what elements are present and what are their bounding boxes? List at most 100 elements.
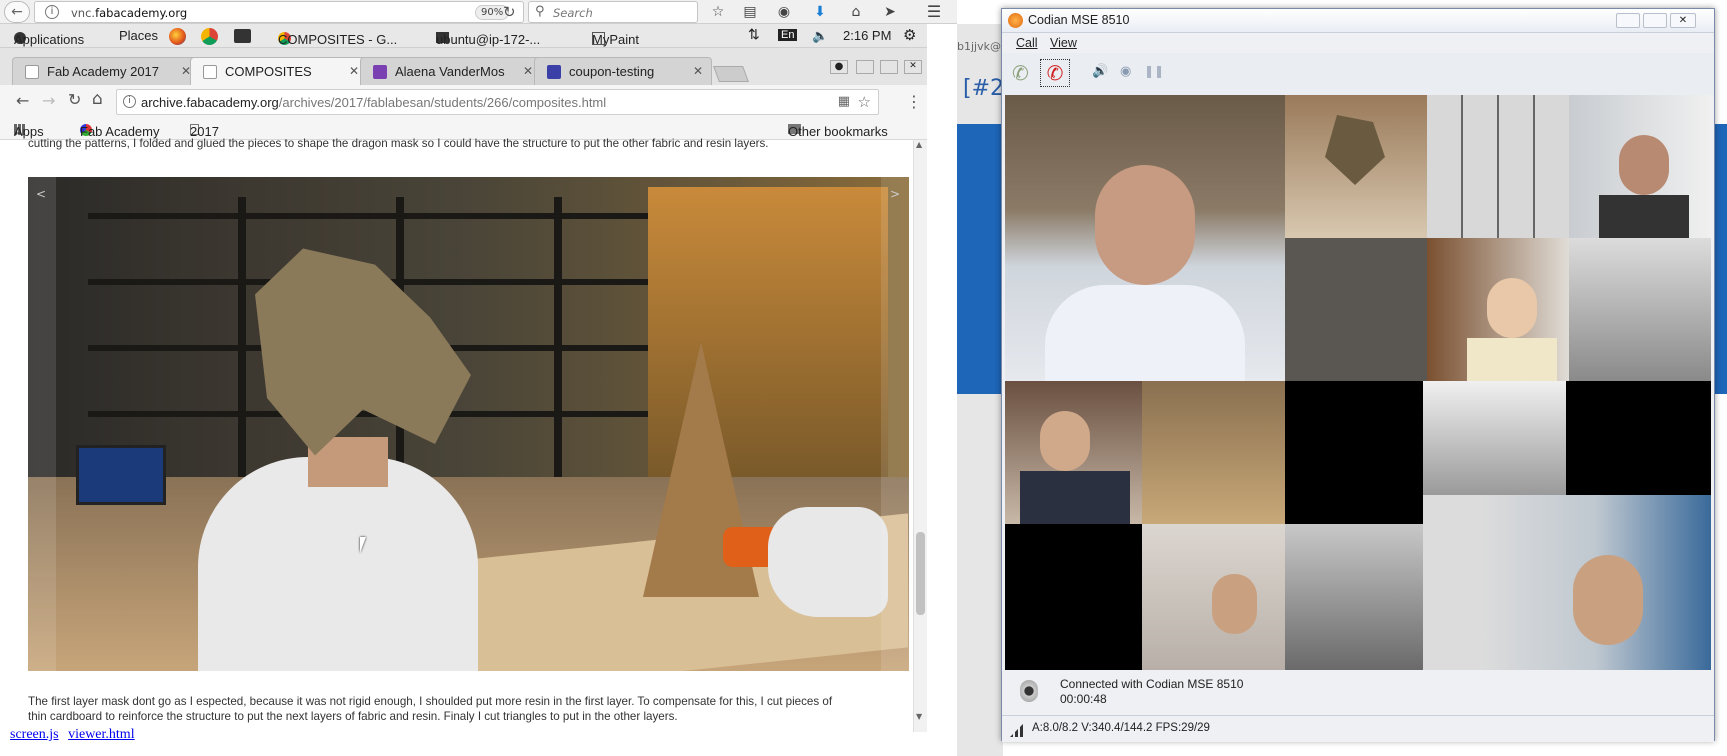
info-icon: i	[45, 5, 59, 19]
call-icon[interactable]: ✆	[1012, 61, 1029, 85]
download-icon[interactable]: ⬇	[810, 2, 830, 22]
codian-app-icon	[1008, 13, 1023, 28]
settings-gear-icon[interactable]: ⚙	[903, 26, 916, 44]
tab-fab-academy[interactable]: Fab Academy 2017 ✕	[12, 57, 200, 85]
video-participant-7	[1569, 238, 1711, 381]
call-duration: 00:00:48	[1060, 692, 1107, 706]
caption-line-1: The first layer mask dont go as I espect…	[28, 695, 833, 708]
menu-icon[interactable]: ☰	[924, 2, 944, 22]
codian-titlebar: Codian MSE 8510 ✕	[1002, 9, 1714, 33]
clock[interactable]: 2:16 PM	[843, 28, 891, 43]
search-input[interactable]: ⚲ Search	[528, 1, 698, 23]
profile-icon[interactable]: ●	[830, 60, 848, 74]
video-participant-9	[1142, 381, 1285, 524]
translate-icon[interactable]: ▦	[838, 94, 850, 109]
codian-window: Codian MSE 8510 ✕ Call View ✆ ✆ 🔊 ◉ ❚❚ C	[1001, 8, 1715, 742]
bottom-links: screen.js viewer.html	[10, 727, 141, 743]
video-participant-12	[1285, 524, 1423, 670]
carousel-prev-shade[interactable]	[28, 177, 56, 671]
codian-menubar: Call View	[1002, 33, 1714, 53]
reload-icon[interactable]: ↻	[503, 3, 516, 21]
video-participant-4	[1569, 95, 1711, 238]
tab-coupon-testing[interactable]: coupon-testing ✕	[534, 57, 712, 85]
video-participant-5	[1285, 238, 1427, 381]
scroll-down-icon[interactable]: ▼	[916, 712, 922, 721]
close-window-icon[interactable]: ✕	[904, 60, 922, 74]
close-window-icon[interactable]: ✕	[1670, 13, 1696, 28]
intro-text: cutting the patterns, I folded and glued…	[28, 137, 769, 150]
minimize-icon[interactable]	[856, 60, 874, 74]
tab-favicon-icon	[203, 65, 217, 79]
reload-icon[interactable]: ↻	[68, 90, 81, 109]
volume-icon[interactable]: 🔈	[812, 28, 828, 44]
carousel-next-arrow[interactable]: >	[890, 187, 900, 201]
carousel-image: < >	[28, 177, 909, 671]
signal-strength-icon	[1010, 721, 1026, 737]
connection-status: Connected with Codian MSE 8510	[1060, 677, 1244, 691]
laptop-screen	[76, 445, 166, 505]
terminal-icon[interactable]	[234, 29, 251, 43]
address-text: archive.fabacademy.org/archives/2017/fab…	[141, 95, 607, 110]
close-tab-icon[interactable]: ✕	[349, 64, 359, 78]
video-participant-8	[1005, 381, 1142, 524]
tab-favicon-icon	[25, 65, 39, 79]
tab-alaena[interactable]: Alaena VanderMos ✕	[360, 57, 542, 85]
network-icon[interactable]: ⇅	[748, 26, 760, 43]
places-menu[interactable]: Places	[119, 28, 158, 43]
menu-view[interactable]: View	[1050, 36, 1077, 50]
home-icon[interactable]: ⌂	[846, 2, 866, 22]
back-button[interactable]: ←	[4, 1, 30, 23]
vnc-url-bar[interactable]: i vnc.fabacademy.org 90% ↻	[34, 1, 524, 23]
carousel-prev-arrow[interactable]: <	[36, 187, 46, 201]
minimize-icon[interactable]	[1616, 13, 1640, 28]
search-placeholder: Search	[553, 6, 593, 20]
bookmark-star-icon[interactable]: ☆	[708, 2, 728, 22]
speaker-icon[interactable]: 🔊	[1092, 64, 1108, 79]
viewer-html-link[interactable]: viewer.html	[68, 727, 135, 742]
chrome-tab-strip: Fab Academy 2017 ✕ COMPOSITES ✕ Alaena Van…	[0, 48, 927, 85]
reading-list-icon[interactable]: ▤	[740, 2, 760, 22]
tab-composites[interactable]: COMPOSITES ✕	[190, 57, 368, 85]
scroll-up-icon[interactable]: ▲	[916, 140, 922, 149]
scrollbar-thumb[interactable]	[916, 532, 925, 615]
codian-title: Codian MSE 8510	[1028, 13, 1130, 27]
maximize-icon[interactable]	[880, 60, 898, 74]
video-participant-grid	[1427, 95, 1569, 238]
chrome-menu-icon[interactable]: ⋮	[906, 92, 922, 111]
pause-icon[interactable]: ❚❚	[1144, 64, 1164, 78]
hangup-icon[interactable]: ✆	[1040, 59, 1070, 87]
menu-call[interactable]: Call	[1016, 36, 1038, 50]
codian-toolbar: ✆ ✆ 🔊 ◉ ❚❚	[1002, 53, 1714, 95]
forward-icon[interactable]: →	[42, 91, 55, 110]
firefox-icon[interactable]	[169, 28, 186, 45]
close-tab-icon[interactable]: ✕	[693, 64, 703, 78]
send-icon[interactable]: ➤	[880, 2, 900, 22]
pocket-icon[interactable]: ◉	[774, 2, 794, 22]
gnome-panel: Applications Places COMPOSITES - G... ub…	[0, 24, 927, 48]
tab-favicon-icon	[547, 65, 561, 79]
video-participant-11	[1142, 524, 1285, 670]
address-bar[interactable]: i archive.fabacademy.org/archives/2017/f…	[116, 89, 879, 115]
keyboard-layout[interactable]: En	[778, 29, 798, 41]
home-icon[interactable]: ⌂	[92, 89, 103, 109]
person-body	[198, 457, 478, 671]
screen-js-link[interactable]: screen.js	[10, 727, 59, 742]
video-grid	[1005, 95, 1711, 670]
webcam-icon	[1020, 680, 1038, 702]
vnc-url-text: vnc.fabacademy.org	[71, 6, 188, 20]
video-masked-person	[1285, 95, 1427, 238]
tab-favicon-icon	[373, 65, 387, 79]
maximize-icon[interactable]	[1643, 13, 1667, 28]
background-text: b1jjvk@	[957, 40, 1001, 53]
new-tab-button[interactable]	[713, 66, 749, 82]
microphone-icon[interactable]: ◉	[1120, 64, 1131, 79]
back-icon[interactable]: ←	[16, 91, 29, 110]
bookmark-star-icon[interactable]: ☆	[858, 93, 871, 111]
close-tab-icon[interactable]: ✕	[523, 64, 533, 78]
vnc-browser-toolbar: ← i vnc.fabacademy.org 90% ↻ ⚲ Search ☆ …	[0, 0, 957, 24]
chrome-icon[interactable]	[201, 28, 218, 45]
carousel-next-shade[interactable]	[881, 177, 909, 671]
caption-line-2: thin cardboard to reinforce the structur…	[28, 710, 678, 723]
page-scrollbar[interactable]: ▲ ▼	[913, 140, 927, 732]
search-icon: ⚲	[535, 4, 545, 19]
